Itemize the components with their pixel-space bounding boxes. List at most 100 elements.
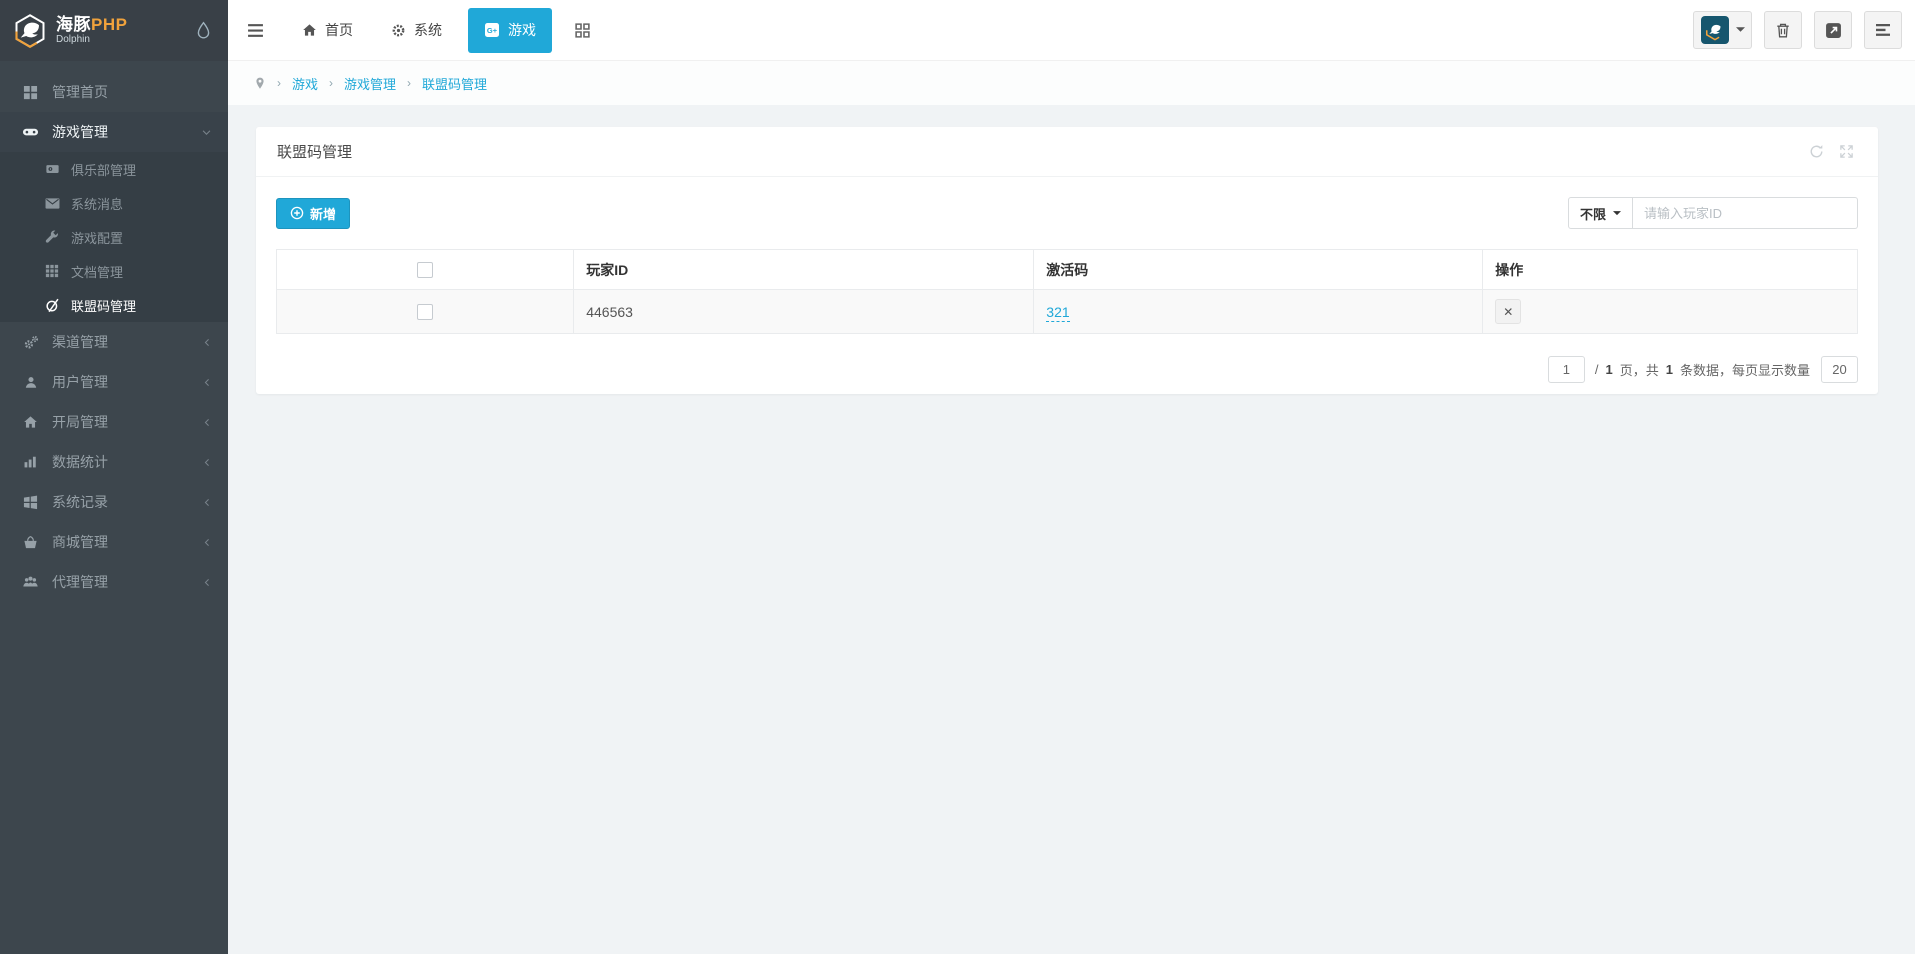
- breadcrumb: › 游戏 › 游戏管理 › 联盟码管理: [228, 61, 1915, 105]
- row-checkbox[interactable]: [417, 304, 433, 320]
- avatar: [1701, 16, 1729, 44]
- chevron-left-icon: [202, 497, 212, 508]
- app-name-cn: 海豚: [56, 15, 91, 34]
- trash-icon: [1775, 22, 1791, 39]
- sidebar-item-label: 管理首页: [52, 82, 108, 102]
- pagination-total-records: 1: [1666, 362, 1673, 377]
- pagination-pages-suffix: 页，共: [1620, 360, 1659, 379]
- user-avatar-dropdown[interactable]: [1693, 11, 1752, 49]
- alliance-code-panel: 联盟码管理 新增 不限: [256, 127, 1878, 394]
- sidebar-item-game-management[interactable]: 游戏管理: [0, 112, 228, 152]
- open-frontend-button[interactable]: [1814, 11, 1852, 49]
- column-header-player-id: 玩家ID: [574, 250, 1034, 290]
- sidebar-item-agent-management[interactable]: 代理管理: [0, 562, 228, 602]
- cogs-icon: [22, 335, 39, 350]
- pagination: / 1 页，共 1 条数据，每页显示数量: [276, 356, 1858, 383]
- th-large-icon: [22, 85, 39, 100]
- nav-tab-game[interactable]: G+ 游戏: [468, 8, 552, 53]
- sidebar-item-label: 联盟码管理: [71, 296, 136, 315]
- sidebar-item-mall-management[interactable]: 商城管理: [0, 522, 228, 562]
- th-icon: [44, 264, 60, 278]
- current-page-input[interactable]: [1548, 356, 1585, 383]
- breadcrumb-separator: ›: [329, 76, 333, 90]
- sidebar-item-channel-management[interactable]: 渠道管理: [0, 322, 228, 362]
- breadcrumb-link-game-management[interactable]: 游戏管理: [344, 74, 396, 93]
- table-toolbar: 新增 不限: [276, 197, 1858, 229]
- breadcrumb-separator: ›: [407, 76, 411, 90]
- table-row: 446563 321 ✕: [277, 290, 1858, 334]
- chevron-left-icon: [202, 577, 212, 588]
- cell-player-id: 446563: [574, 290, 1034, 334]
- sidebar-item-admin-home[interactable]: 管理首页: [0, 72, 228, 112]
- add-button-label: 新增: [310, 204, 336, 223]
- chevron-left-icon: [202, 457, 212, 468]
- home-icon: [22, 415, 39, 429]
- column-header-activation-code: 激活码: [1034, 250, 1483, 290]
- game-management-submenu: 俱乐部管理 系统消息 游戏配置 文档管理: [0, 152, 228, 322]
- sidebar-item-system-records[interactable]: 系统记录: [0, 482, 228, 522]
- refresh-icon[interactable]: [1809, 144, 1824, 159]
- expand-icon[interactable]: [1839, 144, 1854, 159]
- sidebar-menu: 管理首页 游戏管理 俱乐部管理 系统消息: [0, 61, 228, 602]
- droplet-icon: [195, 21, 212, 41]
- select-all-checkbox[interactable]: [417, 262, 433, 278]
- sidebar-item-user-management[interactable]: 用户管理: [0, 362, 228, 402]
- nav-tab-label: 首页: [325, 20, 353, 40]
- sidebar-item-system-messages[interactable]: 系统消息: [0, 186, 228, 220]
- sidebar-item-label: 开局管理: [52, 412, 108, 432]
- delete-row-button[interactable]: ✕: [1495, 299, 1521, 324]
- sidebar-item-label: 用户管理: [52, 372, 108, 392]
- breadcrumb-link-alliance-code[interactable]: 联盟码管理: [422, 74, 487, 93]
- per-page-input[interactable]: [1821, 356, 1858, 383]
- svg-text:G+: G+: [487, 26, 498, 35]
- envelope-icon: [44, 197, 60, 210]
- nav-tab-system[interactable]: 系统: [391, 20, 442, 40]
- pagination-slash: /: [1595, 362, 1599, 377]
- column-header-actions: 操作: [1483, 250, 1858, 290]
- search-input[interactable]: [1633, 197, 1858, 229]
- gamepad-icon: [22, 124, 39, 140]
- circle-slash-icon: [44, 298, 60, 313]
- sidebar-item-label: 文档管理: [71, 262, 123, 281]
- header-actions: [1693, 11, 1902, 49]
- pagination-records-suffix: 条数据，每页显示数量: [1680, 360, 1810, 379]
- add-button[interactable]: 新增: [276, 198, 350, 229]
- sidebar-item-game-config[interactable]: 游戏配置: [0, 220, 228, 254]
- table-header-row: 玩家ID 激活码 操作: [277, 250, 1858, 290]
- pagination-total-pages: 1: [1606, 362, 1613, 377]
- sidebar-item-game-start-management[interactable]: 开局管理: [0, 402, 228, 442]
- filter-dropdown-button[interactable]: 不限: [1568, 197, 1633, 229]
- sidebar-toggle-icon[interactable]: [247, 23, 264, 38]
- caret-down-icon: [1613, 211, 1621, 216]
- users-icon: [22, 575, 39, 589]
- chevron-left-icon: [202, 417, 212, 428]
- logo-bar[interactable]: 海豚PHP Dolphin: [0, 0, 228, 61]
- clear-cache-button[interactable]: [1764, 11, 1802, 49]
- chevron-down-icon: [201, 127, 212, 138]
- gear-icon: [391, 23, 406, 38]
- nav-tab-home[interactable]: 首页: [302, 20, 353, 40]
- plus-circle-icon: [290, 206, 304, 220]
- chevron-left-icon: [202, 337, 212, 348]
- chevron-left-icon: [202, 377, 212, 388]
- sidebar-item-document-management[interactable]: 文档管理: [0, 254, 228, 288]
- alliance-code-table: 玩家ID 激活码 操作 446563 321 ✕: [276, 249, 1858, 334]
- modules-grid-icon[interactable]: [574, 22, 591, 39]
- dolphin-logo-icon: [12, 13, 48, 49]
- app-name-suffix: PHP: [91, 15, 127, 34]
- sidebar-item-alliance-code-management[interactable]: 联盟码管理: [0, 288, 228, 322]
- wrench-icon: [44, 230, 60, 244]
- basket-icon: [22, 535, 39, 550]
- sidebar-item-club-management[interactable]: 俱乐部管理: [0, 152, 228, 186]
- home-icon: [302, 23, 317, 37]
- sidebar-item-data-statistics[interactable]: 数据统计: [0, 442, 228, 482]
- activation-code-edit-link[interactable]: 321: [1046, 304, 1069, 322]
- app-subtitle: Dolphin: [56, 35, 127, 45]
- page-title: 联盟码管理: [277, 141, 352, 162]
- map-marker-icon: [254, 76, 266, 91]
- share-square-icon: [1825, 22, 1842, 39]
- control-sidebar-button[interactable]: [1864, 11, 1902, 49]
- user-icon: [22, 375, 39, 390]
- breadcrumb-link-game[interactable]: 游戏: [292, 74, 318, 93]
- sidebar-item-label: 商城管理: [52, 532, 108, 552]
